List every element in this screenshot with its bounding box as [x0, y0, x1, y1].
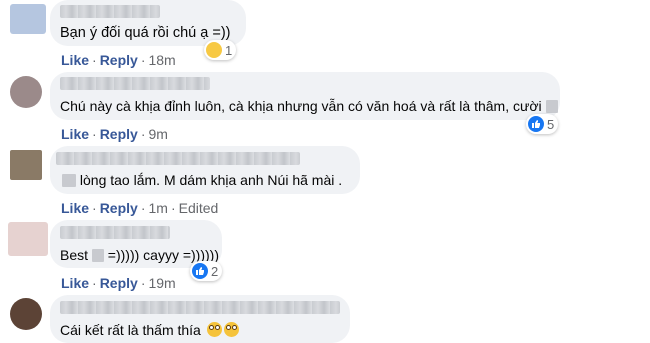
avatar[interactable] [8, 222, 48, 256]
like-icon [528, 116, 544, 132]
like-icon [192, 263, 208, 279]
comment-bubble: Chú này cà khịa đỉnh luôn, cà khịa nhưng… [50, 72, 560, 120]
author-name-redacted[interactable] [56, 152, 300, 165]
author-name-redacted[interactable] [60, 77, 210, 90]
edited-label[interactable]: Edited [179, 200, 219, 216]
timestamp[interactable]: 18m [148, 52, 175, 68]
reply-link[interactable]: Reply [100, 126, 138, 142]
like-link[interactable]: Like [61, 200, 89, 216]
comment-text: Cái kết rất là thấm thía [60, 321, 239, 339]
avatar[interactable] [10, 150, 42, 180]
haha-icon [206, 42, 222, 58]
timestamp[interactable]: 9m [148, 126, 167, 142]
comment-text: Chú này cà khịa đỉnh luôn, cà khịa nhưng… [60, 97, 558, 115]
comment-actions: Like · Reply · 9m [61, 126, 168, 142]
reply-link[interactable]: Reply [100, 200, 138, 216]
reply-link[interactable]: Reply [100, 275, 138, 291]
avatar[interactable] [10, 298, 42, 330]
comment-bubble: lòng tao lắm. M dám khịa anh Núi hã mài … [50, 146, 360, 194]
reply-link[interactable]: Reply [100, 52, 138, 68]
grimacing-face-icon [206, 322, 222, 337]
reaction-count: 2 [211, 263, 219, 279]
reaction-summary[interactable]: 5 [526, 114, 559, 134]
reaction-summary[interactable]: 2 [190, 261, 223, 281]
comment-text: lòng tao lắm. M dám khịa anh Núi hã mài … [62, 171, 342, 189]
comment-actions: Like · Reply · 1m · Edited [61, 200, 219, 216]
comment-text-part: Best [60, 247, 89, 263]
avatar[interactable] [10, 76, 42, 108]
comment-text-body: Cái kết rất là thấm thía [60, 322, 201, 338]
author-name-redacted[interactable] [60, 5, 160, 18]
comment-actions: Like · Reply · 19m [61, 275, 176, 291]
timestamp[interactable]: 19m [148, 275, 175, 291]
like-link[interactable]: Like [61, 275, 89, 291]
reaction-summary[interactable]: 1 [204, 40, 237, 60]
like-link[interactable]: Like [61, 126, 89, 142]
redacted-emoji [545, 100, 558, 113]
timestamp[interactable]: 1m [148, 200, 167, 216]
comment-bubble: Cái kết rất là thấm thía [50, 295, 350, 343]
comment-actions: Like · Reply · 18m [61, 52, 176, 68]
comment-text-body: Chú này cà khịa đỉnh luôn, cà khịa nhưng… [60, 98, 542, 114]
reaction-count: 5 [547, 116, 555, 132]
author-name-redacted[interactable] [60, 226, 170, 239]
comment-text: Bạn ý đối quá rồi chú ạ =)) [60, 25, 231, 41]
like-link[interactable]: Like [61, 52, 89, 68]
redacted-mention [62, 174, 76, 187]
redacted-emoji [91, 249, 104, 262]
reaction-count: 1 [225, 42, 233, 58]
grimacing-face-icon [223, 322, 239, 337]
avatar[interactable] [10, 4, 46, 34]
comment-text-body: lòng tao lắm. M dám khịa anh Núi hã mài … [79, 172, 343, 188]
author-name-redacted[interactable] [60, 301, 340, 314]
